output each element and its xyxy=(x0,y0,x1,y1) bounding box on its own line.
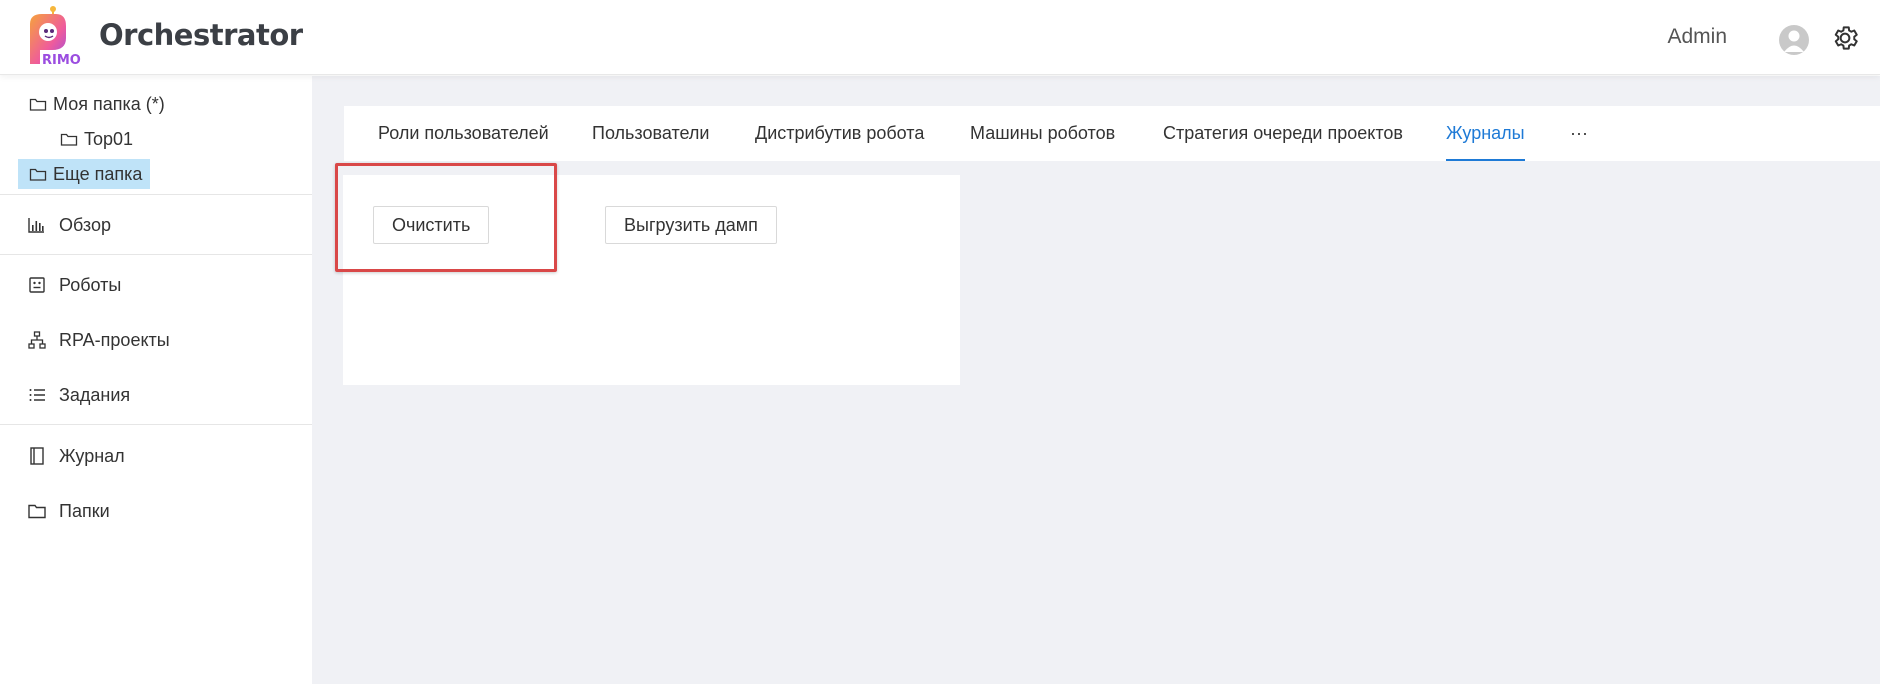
folder-icon xyxy=(29,98,47,111)
logs-panel: Очистить Выгрузить дамп xyxy=(343,175,960,385)
gear-icon[interactable] xyxy=(1830,23,1860,53)
nav-item-robots[interactable]: Роботы xyxy=(27,270,121,300)
nav-label: Роботы xyxy=(59,274,122,295)
avatar[interactable] xyxy=(1779,25,1809,55)
main-content: Роли пользователей Пользователи Дистрибу… xyxy=(312,76,1880,684)
folder-tree-item-another-folder[interactable]: Еще папка xyxy=(18,159,151,189)
nav-label: Обзор xyxy=(59,214,111,235)
nav-label: Задания xyxy=(59,384,131,405)
tab-users[interactable]: Пользователи xyxy=(592,106,709,161)
nav-item-rpa-projects[interactable]: RPA-проекты xyxy=(27,325,170,355)
sidebar: Моя папка (*) Top01 Еще папка Обзор Робо… xyxy=(0,76,312,684)
bar-chart-icon xyxy=(28,218,44,233)
divider xyxy=(0,254,312,255)
user-name[interactable]: Admin xyxy=(1667,25,1727,49)
tab-logs[interactable]: Журналы xyxy=(1446,106,1525,161)
divider xyxy=(0,194,312,195)
folder-label: Моя папка (*) xyxy=(53,93,165,114)
folder-label: Еще папка xyxy=(53,163,143,184)
dump-button[interactable]: Выгрузить дамп xyxy=(605,206,777,244)
svg-text:RIMO: RIMO xyxy=(42,53,81,68)
book-icon xyxy=(30,447,44,465)
tab-user-roles[interactable]: Роли пользователей xyxy=(378,106,549,161)
nav-label: Журнал xyxy=(59,445,125,466)
folder-label: Top01 xyxy=(84,128,134,149)
top-header: RIMO Orchestrator Admin xyxy=(0,0,1880,75)
folder-icon xyxy=(28,504,46,519)
tab-robot-machines[interactable]: Машины роботов xyxy=(970,106,1115,161)
nav-item-journal[interactable]: Журнал xyxy=(27,441,125,471)
app-title: Orchestrator xyxy=(99,18,303,52)
folder-tree-item-my-folder[interactable]: Моя папка (*) xyxy=(18,89,173,119)
folder-icon xyxy=(29,168,47,181)
nav-label: RPA-проекты xyxy=(59,329,170,350)
folder-tree-item-top01[interactable]: Top01 xyxy=(49,124,141,154)
tab-bar: Роли пользователей Пользователи Дистрибу… xyxy=(344,106,1880,161)
nav-item-folders[interactable]: Папки xyxy=(27,496,110,526)
divider xyxy=(0,424,312,425)
folder-icon xyxy=(60,133,78,146)
primo-logo: RIMO xyxy=(30,6,81,68)
robot-icon xyxy=(29,277,45,293)
clear-button[interactable]: Очистить xyxy=(373,206,490,244)
nav-item-tasks[interactable]: Задания xyxy=(27,380,130,410)
tab-more[interactable]: ··· xyxy=(1570,106,1588,161)
user-icon xyxy=(1784,30,1804,52)
hierarchy-icon xyxy=(28,331,46,349)
list-icon xyxy=(29,389,45,401)
nav-item-overview[interactable]: Обзор xyxy=(27,210,111,240)
nav-label: Папки xyxy=(59,500,110,521)
tab-robot-distribution[interactable]: Дистрибутив робота xyxy=(755,106,924,161)
tab-project-queue-strategy[interactable]: Стратегия очереди проектов xyxy=(1163,106,1403,161)
